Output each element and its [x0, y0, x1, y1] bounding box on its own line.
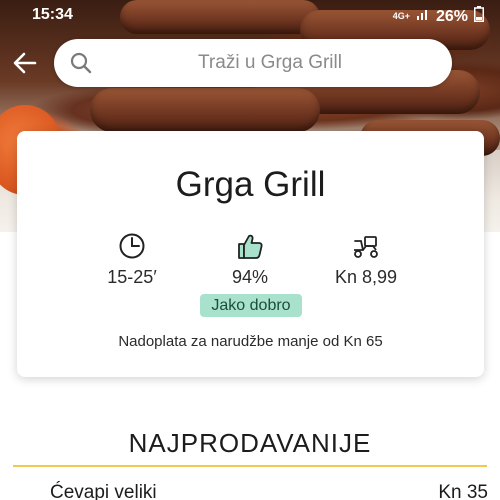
menu-item[interactable]: Ćevapi veliki Kn 35 — [0, 482, 500, 500]
status-bar: 15:34 4G+ 26% — [0, 0, 500, 30]
rating-badge: Jako dobro — [200, 294, 302, 317]
delivery-time-stat: 15-25′ — [67, 231, 197, 288]
thumbs-up-icon — [238, 234, 263, 259]
rating-stat: 94% — [185, 231, 315, 288]
network-indicator: 4G+ — [392, 11, 410, 21]
arrow-left-icon — [13, 52, 37, 74]
signal-icon — [416, 7, 430, 26]
cevapi-piece — [90, 88, 320, 132]
back-button[interactable] — [10, 48, 40, 78]
section-divider — [13, 465, 487, 467]
delivery-fee-value: Kn 8,99 — [334, 267, 398, 287]
restaurant-info-card: Grga Grill 15-25′ 94% Kn 8,99 Jako dobro… — [17, 131, 484, 377]
clock-icon — [119, 233, 145, 259]
section-title: NAJPRODAVANIJE — [128, 428, 372, 458]
battery-level: 26% — [435, 7, 468, 25]
menu-item-price: Kn 35 — [438, 482, 488, 500]
delivery-fee-stat: Kn 8,99 — [301, 231, 431, 288]
rating-value: 94% — [231, 267, 269, 287]
search-placeholder: Traži u Grga Grill — [198, 52, 342, 73]
surcharge-note: Nadoplata za narudžbe manje od Kn 65 — [118, 333, 383, 350]
battery-icon — [474, 6, 484, 27]
search-input[interactable]: Traži u Grga Grill — [54, 39, 452, 87]
status-icons: 4G+ 26% — [393, 6, 484, 27]
search-icon — [70, 52, 92, 74]
scooter-icon — [354, 236, 378, 258]
restaurant-name: Grga Grill — [175, 165, 326, 204]
menu-item-name: Ćevapi veliki — [50, 482, 157, 500]
status-time: 15:34 — [32, 6, 73, 23]
delivery-time-value: 15-25′ — [107, 267, 157, 287]
